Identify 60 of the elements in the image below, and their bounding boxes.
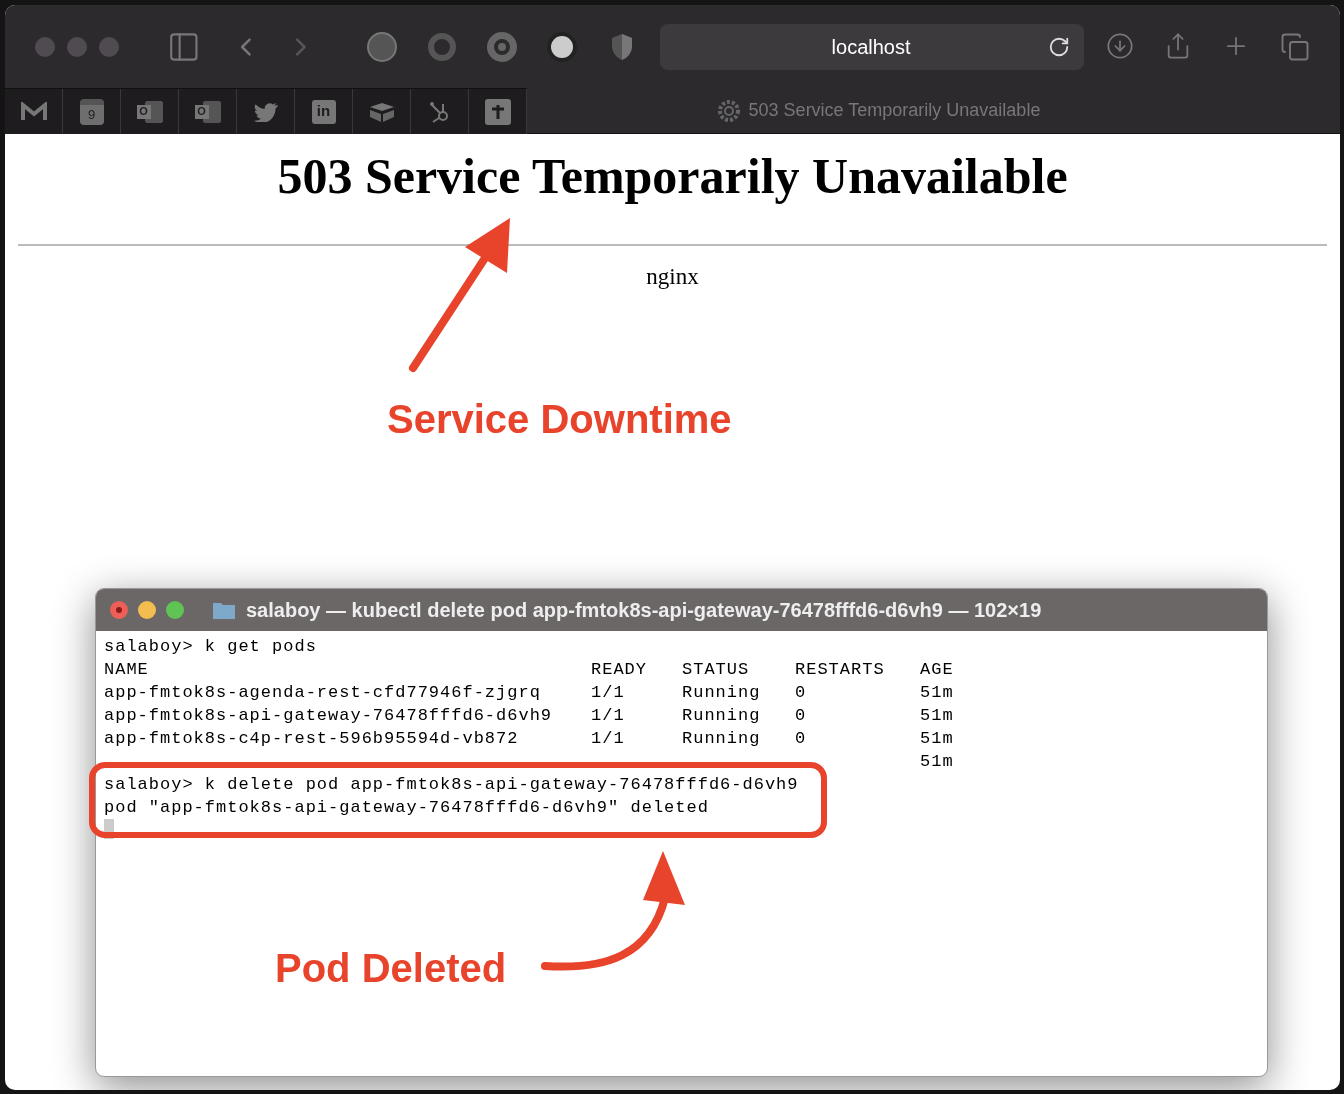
table-cell: 1/1 bbox=[591, 706, 625, 725]
column-header: STATUS bbox=[682, 659, 751, 681]
table-cell: 0 bbox=[795, 729, 807, 748]
bookmark-tab[interactable] bbox=[237, 89, 295, 134]
table-cell: 51m bbox=[920, 683, 954, 702]
bookmark-tab[interactable]: O bbox=[121, 89, 179, 134]
bookmark-tab[interactable]: O bbox=[179, 89, 237, 134]
window-control[interactable] bbox=[99, 36, 119, 57]
terminal-title: salaboy — kubectl delete pod app-fmtok8s-api-gateway-76478fffd6-d6vh9 — 102×19 bbox=[246, 598, 1042, 623]
gear-icon bbox=[716, 98, 741, 123]
mail-icon bbox=[20, 101, 47, 122]
plus-icon bbox=[484, 98, 511, 125]
bookmark-tab[interactable] bbox=[411, 89, 469, 134]
box-icon bbox=[368, 101, 395, 122]
page-heading: 503 Service Temporarily Unavailable bbox=[277, 147, 1068, 206]
cursor bbox=[104, 819, 114, 839]
table-cell: app-fmtok8s-api-gateway-76478fffd6-d6vh9 bbox=[104, 706, 553, 725]
reload-icon[interactable] bbox=[1048, 35, 1070, 58]
annotation-label: Pod Deleted bbox=[275, 945, 507, 992]
close-button[interactable] bbox=[110, 601, 128, 619]
address-text: localhost bbox=[830, 34, 912, 60]
bookmark-tab[interactable] bbox=[353, 89, 411, 134]
table-cell: 0 bbox=[795, 683, 807, 702]
bookmark-tab[interactable]: 9 bbox=[63, 89, 121, 134]
table-cell: 0 bbox=[795, 706, 807, 725]
folder-icon bbox=[212, 600, 236, 620]
tabs-icon[interactable] bbox=[1280, 31, 1310, 62]
calendar-icon: 9 bbox=[79, 98, 104, 125]
social-icon: in bbox=[311, 99, 336, 124]
window-control[interactable] bbox=[35, 36, 55, 57]
table-cell: app-fmtok8s-c4p-rest-596b95594d-vb872 bbox=[104, 729, 519, 748]
table-cell: Running bbox=[682, 706, 761, 725]
server-name: nginx bbox=[646, 263, 699, 291]
browser-tab[interactable]: 503 Service Temporarily Unavailable bbox=[527, 88, 1340, 133]
table-cell: 51m bbox=[920, 729, 954, 748]
annotation-label: Service Downtime bbox=[387, 396, 732, 443]
column-header: NAME bbox=[104, 659, 150, 681]
minimize-button[interactable] bbox=[138, 601, 156, 619]
table-cell: Running bbox=[682, 729, 761, 748]
window-control[interactable] bbox=[67, 36, 87, 57]
column-header: READY bbox=[591, 659, 648, 681]
bird-icon bbox=[253, 101, 278, 122]
tab-title: 503 Service Temporarily Unavailable bbox=[748, 99, 1041, 122]
address-bar[interactable]: localhost bbox=[660, 23, 1084, 70]
table-cell: Running bbox=[682, 683, 761, 702]
table-cell: 1/1 bbox=[591, 683, 625, 702]
download-icon[interactable] bbox=[1106, 31, 1134, 60]
bookmark-tab[interactable] bbox=[5, 89, 63, 134]
bookmark-tab[interactable]: in bbox=[295, 89, 353, 134]
table-cell: 51m bbox=[920, 752, 954, 771]
table-cell: app-fmtok8s-agenda-rest-cfd77946f-zjgrq bbox=[104, 683, 541, 702]
zoom-button[interactable] bbox=[166, 601, 184, 619]
column-header: AGE bbox=[920, 659, 955, 681]
table-cell: 51m bbox=[920, 706, 954, 725]
terminal-line: salaboy> k delete pod app-fmtok8s-api-gateway-76478fffd6-d6vh9 bbox=[104, 774, 800, 796]
terminal-line: pod "app-fmtok8s-api-gateway-76478fffd6-d6vh9" deleted bbox=[104, 797, 710, 819]
bookmark-tab[interactable] bbox=[469, 89, 527, 134]
table-cell: 1/1 bbox=[591, 729, 625, 748]
column-header: RESTARTS bbox=[795, 659, 886, 681]
terminal-line: salaboy> k get pods bbox=[104, 636, 318, 658]
